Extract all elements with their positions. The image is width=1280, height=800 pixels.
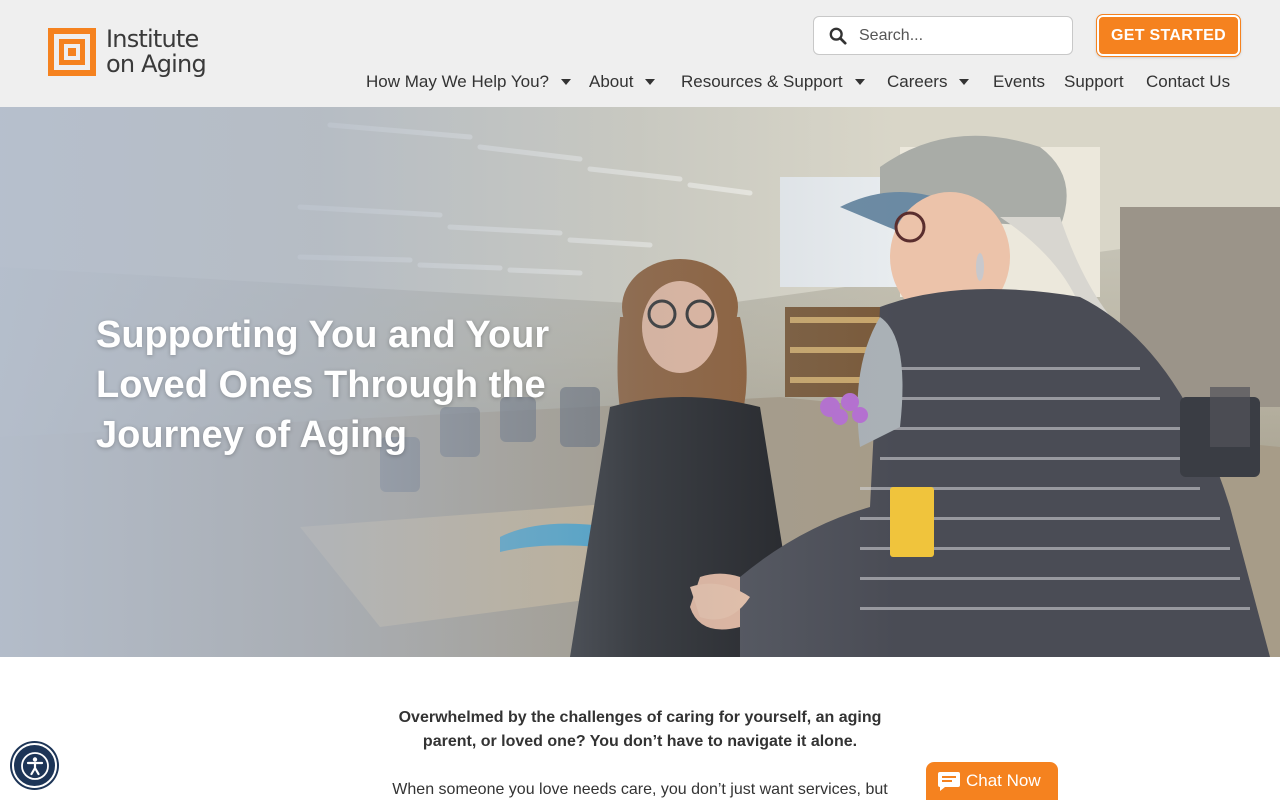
accessibility-button[interactable] (12, 743, 57, 788)
nav-label: Support (1064, 72, 1124, 91)
nav-label: Contact Us (1146, 72, 1231, 91)
chat-label: Chat Now (966, 771, 1041, 790)
accessibility-icon (20, 751, 49, 780)
nav-item-resources-support[interactable]: Resources & Support (681, 70, 865, 94)
logo-line-2: on Aging (106, 50, 207, 78)
hero-banner: Supporting You and Your Loved Ones Throu… (0, 107, 1280, 657)
search-icon[interactable] (829, 27, 847, 45)
hero-title: Supporting You and Your Loved Ones Throu… (96, 314, 550, 456)
nav-item-support[interactable]: Support (1064, 70, 1124, 94)
nav-label: Events (993, 72, 1045, 91)
intro-body: When someone you love needs care, you do… (392, 781, 888, 798)
logo-mark-icon (48, 28, 96, 76)
site-header: Institute on Aging GET STARTED How May W… (0, 0, 1280, 107)
nav-label: About (589, 72, 634, 91)
nav-item-events[interactable]: Events (993, 70, 1045, 94)
get-started-button[interactable]: GET STARTED (1096, 14, 1241, 57)
logo-line-1: Institute (106, 25, 199, 53)
intro-lead: Overwhelmed by the challenges of caring … (398, 709, 882, 750)
search-input[interactable] (859, 26, 1059, 45)
logo-text: Institute on Aging (106, 25, 207, 78)
caret-down-icon[interactable] (959, 79, 970, 85)
caret-down-icon[interactable] (645, 79, 656, 85)
chat-bubble-icon (938, 772, 960, 791)
nav-item-about[interactable]: About (589, 70, 656, 94)
caret-down-icon[interactable] (561, 79, 572, 85)
chat-now-button[interactable]: Chat Now (926, 762, 1058, 800)
caret-down-icon[interactable] (854, 79, 865, 85)
search-box (813, 16, 1073, 55)
nav-label: How May We Help You? (366, 72, 550, 91)
nav-item-careers[interactable]: Careers (887, 70, 970, 94)
nav-label: Careers (887, 72, 948, 91)
nav-label: Resources & Support (681, 72, 843, 91)
nav-item-how-may-we-help[interactable]: How May We Help You? (366, 70, 572, 94)
nav-item-contact-us[interactable]: Contact Us (1146, 70, 1230, 94)
site-logo[interactable]: Institute on Aging (48, 25, 207, 78)
